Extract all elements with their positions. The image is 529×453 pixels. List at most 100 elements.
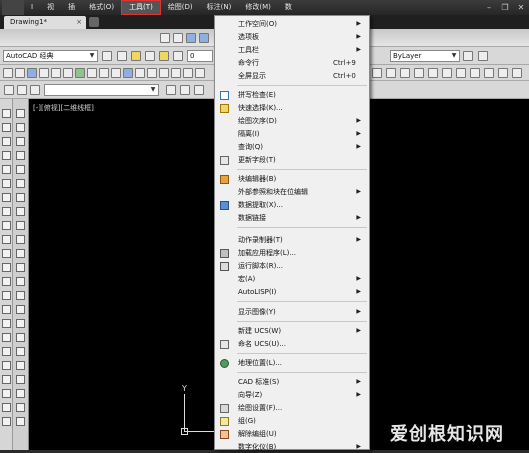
tool-icon[interactable] bbox=[16, 249, 25, 258]
menu-item-palettes[interactable]: 选项板 ▶ bbox=[215, 31, 369, 43]
tool-icon[interactable] bbox=[16, 291, 25, 300]
tool-icon[interactable] bbox=[27, 68, 37, 78]
sun-icon[interactable] bbox=[159, 51, 169, 61]
tool-icon[interactable] bbox=[2, 249, 11, 258]
tool-icon[interactable] bbox=[16, 319, 25, 328]
menu-item-data-extraction[interactable]: 数据提取(X)... bbox=[215, 199, 369, 211]
tool-icon[interactable] bbox=[2, 305, 11, 314]
tool-icon[interactable] bbox=[2, 235, 11, 244]
tool-icon[interactable] bbox=[484, 68, 494, 78]
tool-icon[interactable] bbox=[63, 68, 73, 78]
tool-icon[interactable] bbox=[16, 347, 25, 356]
tool-icon[interactable] bbox=[512, 68, 522, 78]
lineweight-icon[interactable] bbox=[463, 51, 473, 61]
tool-icon[interactable] bbox=[414, 68, 424, 78]
tool-icon[interactable] bbox=[372, 68, 382, 78]
tool-icon[interactable] bbox=[2, 165, 11, 174]
tool-icon[interactable] bbox=[2, 207, 11, 216]
close-icon[interactable]: × bbox=[76, 16, 82, 29]
new-file-icon[interactable] bbox=[160, 33, 170, 43]
menu-dimension[interactable]: 标注(N) bbox=[200, 0, 239, 15]
menu-item-run-script[interactable]: 运行脚本(R)... bbox=[215, 260, 369, 272]
tool-icon[interactable] bbox=[51, 68, 61, 78]
tool-icon[interactable] bbox=[16, 403, 25, 412]
menu-item-isolate[interactable]: 隔离(I) ▶ bbox=[215, 128, 369, 140]
menu-item-autolisp[interactable]: AutoLISP(I) ▶ bbox=[215, 286, 369, 298]
tool-icon[interactable] bbox=[16, 123, 25, 132]
tool-icon[interactable] bbox=[470, 68, 480, 78]
menu-item-draw-order[interactable]: 绘图次序(D) ▶ bbox=[215, 115, 369, 127]
tab-drawing1[interactable]: Drawing1* × bbox=[4, 16, 86, 29]
menu-item-cad-standards[interactable]: CAD 标准(S) ▶ bbox=[215, 376, 369, 388]
tool-icon[interactable] bbox=[428, 68, 438, 78]
tool-icon[interactable] bbox=[123, 68, 133, 78]
zoom-window-icon[interactable] bbox=[30, 85, 40, 95]
lock-icon[interactable] bbox=[173, 51, 183, 61]
close-icon[interactable]: ✕ bbox=[513, 0, 529, 15]
tool-icon[interactable] bbox=[2, 277, 11, 286]
tool-icon[interactable] bbox=[171, 68, 181, 78]
tool-icon[interactable] bbox=[87, 68, 97, 78]
tool-icon[interactable] bbox=[180, 85, 190, 95]
line-tool-icon[interactable] bbox=[2, 109, 11, 118]
tool-icon[interactable] bbox=[2, 361, 11, 370]
menu-item-drafting-settings[interactable]: 绘图设置(F)... bbox=[215, 402, 369, 414]
open-file-icon[interactable] bbox=[173, 33, 183, 43]
tool-icon[interactable] bbox=[16, 305, 25, 314]
tool-icon[interactable] bbox=[135, 68, 145, 78]
tool-icon[interactable] bbox=[16, 221, 25, 230]
tool-icon[interactable] bbox=[2, 193, 11, 202]
menu-item-command-line[interactable]: 命令行 Ctrl+9 bbox=[215, 57, 369, 69]
settings-icon[interactable] bbox=[102, 51, 112, 61]
view-dropdown[interactable]: ▼ bbox=[44, 84, 159, 96]
tool-icon[interactable] bbox=[16, 333, 25, 342]
undo-icon[interactable] bbox=[186, 33, 196, 43]
menu-parametric[interactable]: 数 bbox=[278, 0, 299, 15]
tool-icon[interactable] bbox=[15, 68, 25, 78]
tool-icon[interactable] bbox=[2, 179, 11, 188]
tool-icon[interactable] bbox=[2, 389, 11, 398]
menu-draw[interactable]: 绘图(D) bbox=[161, 0, 200, 15]
tool-icon[interactable] bbox=[2, 151, 11, 160]
minimize-icon[interactable]: – bbox=[481, 0, 497, 15]
tool-icon[interactable] bbox=[16, 193, 25, 202]
tool-icon[interactable] bbox=[2, 137, 11, 146]
menu-item-xref-edit[interactable]: 外部参照和块在位编辑 ▶ bbox=[215, 186, 369, 198]
menu-item-spell-check[interactable]: 拼写检查(E) bbox=[215, 89, 369, 101]
menu-item-inquiry[interactable]: 查询(Q) ▶ bbox=[215, 141, 369, 153]
tool-icon[interactable] bbox=[386, 68, 396, 78]
tool-icon[interactable] bbox=[456, 68, 466, 78]
layer-state-icon[interactable] bbox=[145, 51, 155, 61]
menu-modify[interactable]: 修改(M) bbox=[238, 0, 278, 15]
tool-icon[interactable] bbox=[2, 417, 11, 426]
tool-icon[interactable] bbox=[16, 137, 25, 146]
tool-icon[interactable] bbox=[16, 277, 25, 286]
layer-dropdown[interactable]: 0 bbox=[187, 50, 213, 62]
tool-icon[interactable] bbox=[3, 68, 13, 78]
tool-icon[interactable] bbox=[2, 263, 11, 272]
menu-item-ungroup[interactable]: 解除编组(U) bbox=[215, 428, 369, 440]
tool-icon[interactable] bbox=[195, 68, 205, 78]
pan-icon[interactable] bbox=[4, 85, 14, 95]
redo-icon[interactable] bbox=[199, 33, 209, 43]
workspace-dropdown[interactable]: AutoCAD 经典 ▼ bbox=[3, 50, 98, 62]
menu-item-load-application[interactable]: 加载应用程序(L)... bbox=[215, 247, 369, 259]
menu-tools[interactable]: 工具(T) bbox=[121, 0, 161, 15]
tool-icon[interactable] bbox=[183, 68, 193, 78]
tool-icon[interactable] bbox=[442, 68, 452, 78]
tool-icon[interactable] bbox=[147, 68, 157, 78]
tool-icon[interactable] bbox=[166, 85, 176, 95]
menu-item-wizards[interactable]: 向导(Z) ▶ bbox=[215, 389, 369, 401]
tool-icon[interactable] bbox=[99, 68, 109, 78]
tool-icon[interactable] bbox=[39, 68, 49, 78]
tool-icon[interactable] bbox=[16, 235, 25, 244]
menu-item-clean-screen[interactable]: 全屏显示 Ctrl+0 bbox=[215, 70, 369, 82]
tool-icon[interactable] bbox=[400, 68, 410, 78]
layer-props-icon[interactable] bbox=[117, 51, 127, 61]
menu-item-block-editor[interactable]: 块编辑器(B) bbox=[215, 173, 369, 185]
tool-icon[interactable] bbox=[16, 151, 25, 160]
tool-icon[interactable] bbox=[159, 68, 169, 78]
viewport-label[interactable]: [-][俯视][二维线框] bbox=[33, 103, 94, 113]
tool-icon[interactable] bbox=[16, 179, 25, 188]
tool-icon[interactable] bbox=[111, 68, 121, 78]
